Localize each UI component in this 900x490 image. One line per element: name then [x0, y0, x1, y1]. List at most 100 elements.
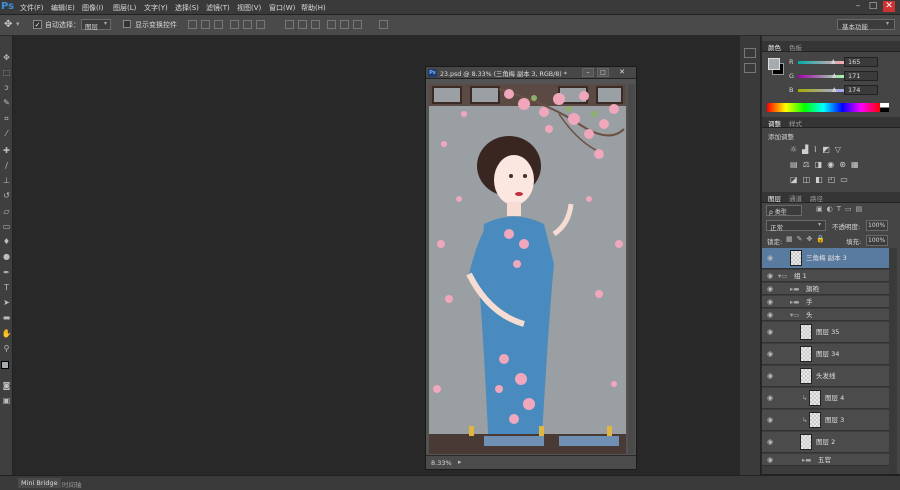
gradient-tool-icon[interactable]: ▭	[1, 221, 12, 232]
eye-icon[interactable]: ◉	[765, 410, 775, 431]
r-slider[interactable]	[798, 61, 844, 64]
healing-brush-tool-icon[interactable]: ✚	[1, 145, 12, 156]
tab-styles[interactable]: 样式	[789, 118, 802, 128]
history-panel-icon[interactable]	[744, 48, 756, 58]
layer-row[interactable]: ◉ 头发线	[762, 366, 889, 387]
menu-window[interactable]: 窗口(W)	[269, 3, 295, 13]
folder-icon[interactable]: ▸▬	[790, 296, 799, 308]
color-lookup-icon[interactable]: ▦	[851, 160, 864, 169]
gradient-map-icon[interactable]: ▭	[840, 175, 853, 184]
align-top-icon[interactable]	[188, 20, 197, 29]
chevron-down-icon[interactable]: ▾	[16, 20, 20, 28]
show-transform-checkbox[interactable]	[123, 20, 131, 28]
layer-filter-dropdown[interactable]: ρ 类型	[766, 205, 802, 216]
vibrance-icon[interactable]: ▽	[835, 145, 846, 154]
eye-icon[interactable]: ◉	[765, 344, 775, 365]
layer-row[interactable]: ◉ ↳ 图层 4	[762, 388, 889, 409]
menu-type[interactable]: 文字(Y)	[144, 3, 168, 13]
close-button[interactable]: ✕	[883, 1, 895, 12]
group-row[interactable]: ◉ ▾▭ 头	[762, 309, 889, 321]
distribute-vcenter-icon[interactable]	[298, 20, 307, 29]
shape-tool-icon[interactable]: ▬	[1, 312, 12, 323]
quick-mask-icon[interactable]: ◙	[1, 380, 12, 391]
menu-file[interactable]: 文件(F)	[20, 3, 44, 13]
zoom-level[interactable]: 8.33%	[431, 459, 452, 467]
distribute-bottom-icon[interactable]	[311, 20, 320, 29]
brush-tool-icon[interactable]: ∕	[1, 160, 12, 171]
clone-stamp-tool-icon[interactable]: ⊥	[1, 175, 12, 186]
auto-select-dropdown[interactable]: 图层 ▾	[81, 19, 111, 31]
screen-mode-icon[interactable]: ▣	[1, 395, 12, 406]
move-tool-icon[interactable]: ✥	[1, 52, 12, 63]
eye-icon[interactable]: ◉	[765, 270, 775, 282]
photo-filter-icon[interactable]: ◉	[827, 160, 839, 169]
posterize-icon[interactable]: ◫	[803, 175, 816, 184]
folder-icon[interactable]: ▸▬	[802, 454, 811, 466]
maximize-button[interactable]: □	[867, 1, 879, 12]
fill-field[interactable]: 100%	[866, 235, 888, 246]
hue-saturation-icon[interactable]: ▤	[790, 160, 803, 169]
menu-filter[interactable]: 滤镜(T)	[206, 3, 230, 13]
eye-icon[interactable]: ◉	[765, 283, 775, 295]
layer-row[interactable]: ◉ 图层 34	[762, 344, 889, 365]
threshold-icon[interactable]: ◧	[815, 175, 828, 184]
move-tool-icon[interactable]: ✥	[4, 19, 12, 30]
channel-mixer-icon[interactable]: ⊛	[839, 160, 851, 169]
chevron-down-icon[interactable]: ▾▭	[778, 270, 787, 282]
properties-panel-icon[interactable]	[744, 63, 756, 73]
layer-row[interactable]: ◉ 三角梅 副本 3	[762, 248, 889, 269]
type-tool-icon[interactable]: T	[1, 282, 12, 293]
history-brush-tool-icon[interactable]: ↺	[1, 190, 12, 201]
b-slider[interactable]	[798, 89, 844, 92]
auto-align-icon[interactable]	[379, 20, 388, 29]
doc-maximize-button[interactable]: □	[597, 68, 609, 77]
layer-row[interactable]: ◉ 图层 2	[762, 432, 889, 453]
levels-icon[interactable]: ▟	[802, 145, 813, 154]
minimize-button[interactable]: –	[852, 1, 864, 12]
menu-view[interactable]: 视图(V)	[237, 3, 261, 13]
align-hcenter-icon[interactable]	[243, 20, 252, 29]
color-balance-icon[interactable]: ⚖	[803, 160, 815, 169]
group-row[interactable]: ◉ ▸▬ 五官	[762, 454, 889, 466]
black-white-icon[interactable]: ◨	[815, 160, 828, 169]
align-bottom-icon[interactable]	[214, 20, 223, 29]
selective-color-icon[interactable]: ◰	[828, 175, 841, 184]
lasso-tool-icon[interactable]: ↄ	[1, 82, 12, 93]
g-slider-handle[interactable]: ▲	[832, 72, 837, 79]
folder-icon[interactable]: ▸▬	[790, 283, 799, 295]
invert-icon[interactable]: ◪	[790, 175, 803, 184]
dodge-tool-icon[interactable]: ●	[1, 251, 12, 262]
doc-close-button[interactable]: ✕	[616, 68, 628, 77]
menu-image[interactable]: 图像(I)	[82, 3, 104, 13]
workspace-dropdown[interactable]: 基本功能 ▾	[837, 19, 895, 31]
align-right-icon[interactable]	[256, 20, 265, 29]
distribute-right-icon[interactable]	[353, 20, 362, 29]
color-spectrum-bar[interactable]	[767, 103, 880, 112]
align-vcenter-icon[interactable]	[201, 20, 210, 29]
menu-select[interactable]: 选择(S)	[175, 3, 199, 13]
canvas[interactable]	[429, 84, 626, 454]
curves-icon[interactable]: ⌇	[813, 145, 822, 154]
brightness-icon[interactable]: ☼	[790, 145, 802, 154]
eyedropper-tool-icon[interactable]: ⁄	[1, 128, 12, 139]
eye-icon[interactable]: ◉	[765, 296, 775, 308]
distribute-left-icon[interactable]	[327, 20, 336, 29]
tab-channels[interactable]: 通道	[789, 193, 802, 203]
layer-filter-icons[interactable]: ▣◐T▭▤	[816, 205, 866, 213]
eraser-tool-icon[interactable]: ▱	[1, 206, 12, 217]
play-arrow-icon[interactable]: ▸	[458, 458, 462, 466]
b-slider-handle[interactable]: ▲	[832, 86, 837, 93]
auto-select-checkbox[interactable]: ✓	[33, 20, 42, 29]
eye-icon[interactable]: ◉	[765, 309, 775, 321]
tab-timeline[interactable]: 时间轴	[62, 479, 82, 489]
group-row[interactable]: ◉ ▸▬ 手	[762, 296, 889, 308]
hand-tool-icon[interactable]: ✋	[1, 328, 12, 339]
group-row[interactable]: ◉ ▸▬ 旗袍	[762, 283, 889, 295]
tab-layers[interactable]: 图层	[768, 193, 781, 203]
exposure-icon[interactable]: ◩	[822, 145, 835, 154]
layer-row[interactable]: ◉ 图层 35	[762, 322, 889, 343]
menu-layer[interactable]: 图层(L)	[113, 3, 136, 13]
pen-tool-icon[interactable]: ✒	[1, 267, 12, 278]
menu-edit[interactable]: 编辑(E)	[51, 3, 75, 13]
align-left-icon[interactable]	[230, 20, 239, 29]
